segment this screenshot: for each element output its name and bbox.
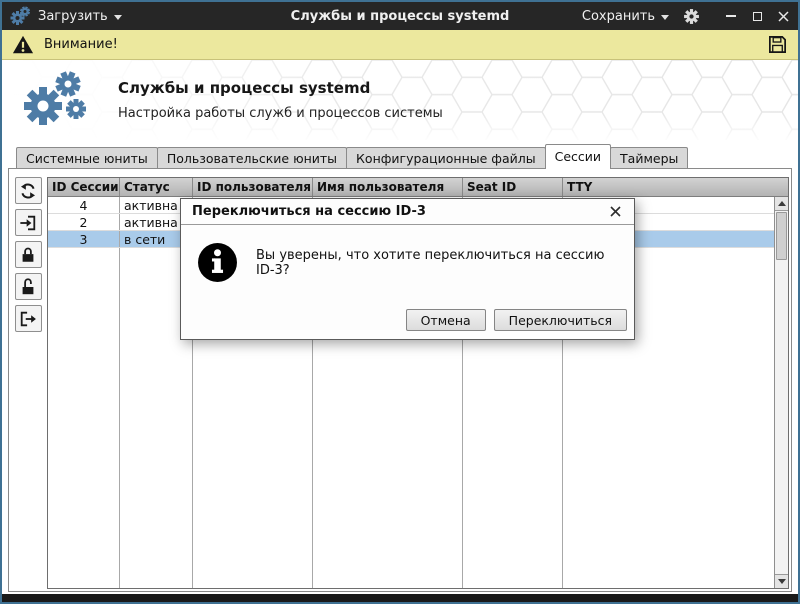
vertical-scrollbar[interactable] <box>774 197 788 588</box>
settings-gear-icon[interactable] <box>683 8 700 25</box>
lock-session-button[interactable] <box>14 241 42 268</box>
tab-sessions[interactable]: Сессии <box>544 144 612 169</box>
close-icon <box>777 10 789 22</box>
scroll-down-icon <box>777 579 786 584</box>
dialog-titlebar: Переключиться на сессию ID-3 <box>181 199 634 225</box>
switch-session-icon <box>20 215 36 230</box>
terminate-session-icon <box>20 311 36 326</box>
refresh-button[interactable] <box>14 177 42 204</box>
window-bottom-edge <box>2 594 798 602</box>
load-menu-button[interactable]: Загрузить <box>38 9 122 24</box>
scroll-thumb[interactable] <box>776 212 787 260</box>
dialog-message: Вы уверены, что хотите переключиться на … <box>256 247 605 278</box>
terminate-session-button[interactable] <box>14 305 42 332</box>
maximize-icon <box>752 11 762 21</box>
page-header: Службы и процессы systemd Настройка рабо… <box>2 60 798 140</box>
dropdown-icon <box>661 14 669 20</box>
cell-session-id: 4 <box>48 197 120 213</box>
unlock-icon <box>22 277 34 294</box>
dialog-button-row: Отмена Переключиться <box>181 309 634 339</box>
app-window: Загрузить Службы и процессы systemd Сохр… <box>0 0 800 604</box>
save-menu-button[interactable]: Сохранить <box>582 9 669 24</box>
warning-bar: Внимание! <box>2 30 798 60</box>
load-menu-label: Загрузить <box>38 8 108 24</box>
scroll-down-button[interactable] <box>775 574 788 588</box>
maximize-button[interactable] <box>750 9 764 23</box>
switch-session-dialog: Переключиться на сессию ID-3 Вы уверены,… <box>180 198 635 340</box>
window-controls <box>724 9 790 23</box>
column-header-user-name[interactable]: Имя пользователя <box>313 178 463 196</box>
close-icon <box>609 206 621 217</box>
scroll-track[interactable] <box>775 211 788 574</box>
cell-session-id: 2 <box>48 214 120 230</box>
cell-session-id: 3 <box>48 231 120 247</box>
warning-icon <box>12 34 34 56</box>
info-icon <box>197 242 238 283</box>
app-gears-icon <box>10 6 30 26</box>
tab-system-units[interactable]: Системные юниты <box>16 147 158 168</box>
unlock-session-button[interactable] <box>14 273 42 300</box>
column-header-tty[interactable]: TTY <box>563 178 788 196</box>
lock-icon <box>22 247 34 262</box>
titlebar: Загрузить Службы и процессы systemd Сохр… <box>2 2 798 30</box>
save-file-button[interactable] <box>767 34 788 55</box>
dialog-title: Переключиться на сессию ID-3 <box>192 204 426 219</box>
save-file-icon <box>769 36 786 53</box>
minimize-icon <box>726 15 736 17</box>
column-header-seat-id[interactable]: Seat ID <box>463 178 563 196</box>
page-subtitle: Настройка работы служб и процессов систе… <box>118 106 443 121</box>
session-toolbar <box>9 169 47 591</box>
column-header-user-id[interactable]: ID пользователя <box>193 178 313 196</box>
dropdown-icon <box>113 14 122 20</box>
header-gears-icon <box>22 70 86 130</box>
column-header-session-id[interactable]: ID Сессии <box>48 178 120 196</box>
page-title: Службы и процессы systemd <box>118 79 371 97</box>
minimize-button[interactable] <box>724 9 738 23</box>
switch-session-button[interactable] <box>14 209 42 236</box>
tab-config-files[interactable]: Конфигурационные файлы <box>346 147 546 168</box>
tab-timers[interactable]: Таймеры <box>610 147 689 168</box>
scroll-up-icon <box>777 201 786 206</box>
table-header: ID Сессии Статус ID пользователя Имя пол… <box>48 178 788 197</box>
confirm-switch-button[interactable]: Переключиться <box>493 309 627 331</box>
refresh-icon <box>20 183 36 198</box>
scroll-up-button[interactable] <box>775 197 788 211</box>
warning-label: Внимание! <box>44 37 118 52</box>
cancel-button[interactable]: Отмена <box>405 309 486 331</box>
grid-column <box>48 248 120 588</box>
save-menu-label: Сохранить <box>581 8 655 24</box>
tab-bar: Системные юниты Пользовательские юниты К… <box>2 140 798 169</box>
tab-user-units[interactable]: Пользовательские юниты <box>156 147 348 168</box>
column-header-status[interactable]: Статус <box>120 178 193 196</box>
dialog-close-button[interactable] <box>607 204 623 220</box>
close-button[interactable] <box>776 9 790 23</box>
